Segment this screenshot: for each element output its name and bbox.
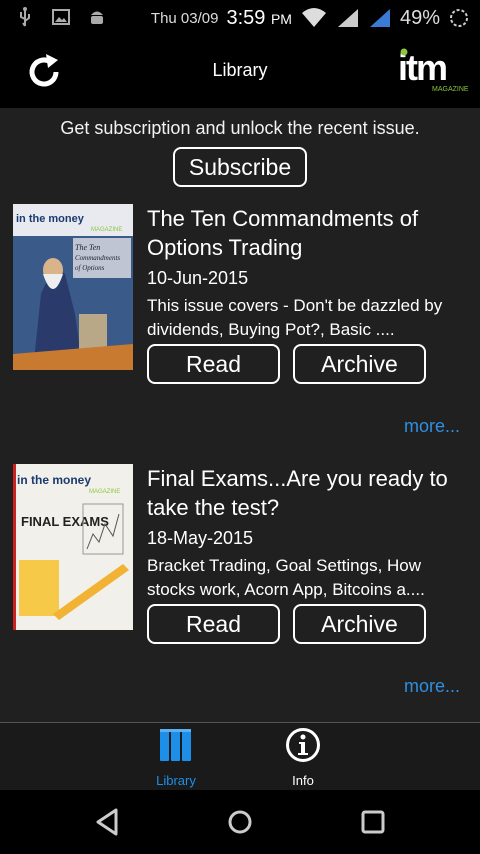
recent-apps-icon[interactable] bbox=[357, 806, 389, 838]
tab-label: Library bbox=[156, 773, 196, 788]
info-icon bbox=[286, 728, 320, 762]
archive-button[interactable]: Archive bbox=[293, 604, 426, 644]
wifi-icon bbox=[301, 8, 326, 27]
tab-label: Info bbox=[292, 773, 314, 788]
tab-info[interactable]: Info bbox=[263, 723, 343, 791]
system-nav-bar bbox=[0, 790, 480, 854]
svg-text:Commandments: Commandments bbox=[75, 254, 120, 262]
status-time: 3:59 PM bbox=[226, 6, 292, 29]
issue-description: This issue covers - Don't be dazzled by … bbox=[147, 296, 443, 339]
issue-date: 18-May-2015 bbox=[147, 528, 254, 548]
more-link[interactable]: more... bbox=[404, 416, 460, 437]
image-icon bbox=[52, 9, 70, 25]
signal-icon bbox=[337, 9, 358, 27]
issue-cover-image[interactable]: in the money MAGAZINE FINAL EXAMS bbox=[13, 464, 133, 630]
archive-button[interactable]: Archive bbox=[293, 344, 426, 384]
library-content[interactable]: Get subscription and unlock the recent i… bbox=[0, 108, 480, 722]
itm-logo: itm MAGAZINE bbox=[398, 47, 469, 93]
issue-description: Bracket Trading, Goal Settings, How stoc… bbox=[147, 556, 425, 599]
issue-title[interactable]: Final Exams...Are you ready to take the … bbox=[147, 464, 467, 522]
read-button[interactable]: Read bbox=[147, 604, 280, 644]
svg-text:of Options: of Options bbox=[75, 264, 105, 272]
home-icon[interactable] bbox=[224, 806, 256, 838]
read-button[interactable]: Read bbox=[147, 344, 280, 384]
android-icon bbox=[91, 11, 103, 24]
cover-headline: FINAL EXAMS bbox=[21, 514, 109, 529]
bottom-tab-bar: Library Info bbox=[0, 722, 480, 790]
usb-icon bbox=[20, 7, 30, 27]
issue-item: in the money MAGAZINE FINAL EXAMS Final … bbox=[0, 464, 480, 722]
cover-magazine-label: MAGAZINE bbox=[91, 227, 122, 233]
subscribe-button[interactable]: Subscribe bbox=[173, 147, 307, 187]
battery-charging-icon bbox=[450, 9, 468, 27]
cover-magazine-label: MAGAZINE bbox=[89, 489, 120, 495]
battery-percent: 49% bbox=[399, 6, 440, 29]
status-bar: Thu 03/09 3:59 PM 49% bbox=[0, 0, 480, 36]
more-link[interactable]: more... bbox=[404, 676, 460, 697]
subscription-promo-text: Get subscription and unlock the recent i… bbox=[60, 118, 420, 138]
issue-item: in the money MAGAZINE The Ten Commandmen… bbox=[0, 204, 480, 466]
issue-title[interactable]: The Ten Commandments of Options Trading bbox=[147, 204, 467, 262]
svg-text:MAGAZINE: MAGAZINE bbox=[432, 86, 469, 93]
back-icon[interactable] bbox=[92, 806, 124, 838]
status-date: Thu 03/09 bbox=[150, 9, 219, 27]
app-header: Library itm MAGAZINE bbox=[0, 36, 480, 108]
cover-brand: in the money bbox=[16, 213, 85, 225]
issue-date: 10-Jun-2015 bbox=[147, 268, 249, 288]
issue-cover-image[interactable]: in the money MAGAZINE The Ten Commandmen… bbox=[13, 204, 133, 370]
svg-text:The Ten: The Ten bbox=[75, 243, 100, 252]
library-icon bbox=[160, 729, 191, 761]
cover-brand: in the money bbox=[17, 473, 91, 487]
signal-icon-2 bbox=[369, 9, 390, 27]
tab-library[interactable]: Library bbox=[136, 723, 216, 791]
